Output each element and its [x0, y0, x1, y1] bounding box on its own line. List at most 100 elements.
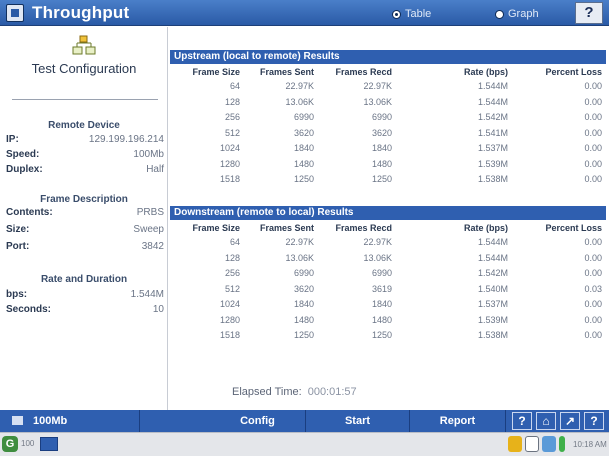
context-help-button[interactable]: ? [575, 2, 603, 24]
table-cell: 1518 [219, 330, 240, 340]
tools-icon[interactable]: ↗ [560, 412, 580, 430]
window-icon[interactable] [40, 437, 58, 451]
contents-value: PRBS [136, 207, 164, 218]
ip-key: IP: [6, 134, 19, 145]
port-row: Port: 3842 [6, 241, 164, 253]
table-cell: 6990 [293, 112, 314, 122]
table-cell: 6990 [293, 268, 314, 278]
table-cell: 128 [224, 252, 240, 263]
help-icon[interactable]: ? [584, 412, 604, 430]
column-header: Rate (bps) [463, 67, 508, 77]
table-cell: 1.538M [477, 330, 508, 340]
table-cell: 3620 [293, 127, 314, 138]
clock: 10:18 AM [573, 440, 607, 449]
table-cell: 3620 [371, 127, 392, 138]
table-cell: 1.538M [477, 174, 508, 184]
table-cell: 1.541M [477, 127, 508, 138]
table-cell: 64 [229, 237, 240, 247]
table-cell: 0.00 [584, 158, 602, 169]
size-key: Size: [6, 224, 30, 235]
link-speed-label: 100Mb [33, 415, 68, 427]
table-cell: 256 [224, 112, 240, 122]
table-cell: 3620 [293, 283, 314, 294]
table-cell: 1840 [371, 143, 392, 153]
tray-document-icon[interactable] [525, 436, 539, 452]
tray-network-icon[interactable] [542, 436, 556, 452]
radio-selected-icon [392, 9, 401, 19]
table-cell: 0.00 [584, 252, 602, 263]
table-cell: 1.544M [477, 96, 508, 107]
report-button[interactable]: Report [410, 410, 506, 432]
duplex-value: Half [146, 164, 164, 175]
view-graph-radio[interactable]: Graph [495, 6, 539, 22]
link-speed-button[interactable]: 100Mb [0, 410, 140, 432]
table-cell: 0.00 [584, 314, 602, 325]
table-cell: 3619 [371, 283, 392, 294]
table-cell: 1.544M [477, 81, 508, 91]
column-header: Frame Size [192, 67, 240, 77]
table-cell: 6990 [371, 268, 392, 278]
frame-description-title: Frame Description [40, 194, 128, 205]
view-graph-label: Graph [508, 8, 539, 20]
app-icon [6, 4, 24, 22]
table-cell: 6990 [371, 112, 392, 122]
status-bar: G 100 10:18 AM [0, 432, 609, 456]
table-cell: 13.06K [363, 252, 392, 263]
size-value: Sweep [133, 224, 164, 235]
port-value: 3842 [141, 241, 164, 252]
table-cell: 256 [224, 268, 240, 278]
table-cell: 128 [224, 96, 240, 107]
divider [12, 99, 158, 100]
start-logo-icon[interactable]: G [2, 436, 18, 452]
system-tray [508, 436, 565, 452]
size-row: Size: Sweep [6, 224, 164, 236]
table-cell: 0.00 [584, 143, 602, 153]
column-header: Frames Recd [335, 67, 392, 77]
table-cell: 1280 [219, 314, 240, 325]
table-cell: 1480 [371, 158, 392, 169]
radio-unselected-icon [495, 9, 504, 19]
ip-value: 129.199.196.214 [88, 134, 164, 145]
tray-battery-icon [559, 436, 565, 452]
table-cell: 0.00 [584, 112, 602, 122]
table-cell: 1024 [219, 143, 240, 153]
table-cell: 1.539M [477, 158, 508, 169]
table-cell: 0.00 [584, 299, 602, 309]
question-icon[interactable]: ? [512, 412, 532, 430]
rate-duration-title: Rate and Duration [40, 274, 128, 285]
column-header: Percent Loss [545, 67, 602, 77]
tray-warning-icon[interactable] [508, 436, 522, 452]
seconds-row: Seconds: 10 [6, 304, 164, 316]
table-cell: 1280 [219, 158, 240, 169]
port-key: Port: [6, 241, 30, 252]
table-cell: 1840 [293, 143, 314, 153]
home-icon[interactable]: ⌂ [536, 412, 556, 430]
test-configuration-panel: Test Configuration Remote Device IP: 129… [0, 27, 168, 410]
table-cell: 0.00 [584, 81, 602, 91]
table-cell: 1518 [219, 174, 240, 184]
table-cell: 22.97K [363, 81, 392, 91]
table-cell: 13.06K [285, 96, 314, 107]
table-cell: 1.540M [477, 283, 508, 294]
table-cell: 1.537M [477, 143, 508, 153]
table-cell: 0.00 [584, 268, 602, 278]
table-cell: 0.00 [584, 127, 602, 138]
table-cell: 1.544M [477, 237, 508, 247]
table-cell: 1.542M [477, 268, 508, 278]
column-header: Percent Loss [545, 223, 602, 233]
page-title: Throughput [32, 3, 130, 22]
table-cell: 1.544M [477, 252, 508, 263]
column-header: Frames Recd [335, 223, 392, 233]
contents-key: Contents: [6, 207, 53, 218]
seconds-key: Seconds: [6, 304, 52, 315]
table-cell: 1.539M [477, 314, 508, 325]
table-cell: 0.00 [584, 237, 602, 247]
view-table-radio[interactable]: Table [392, 6, 431, 22]
table-cell: 1250 [293, 330, 314, 340]
column-header: Frame Size [192, 223, 240, 233]
start-button[interactable]: Start [306, 410, 410, 432]
table-cell: 1250 [371, 174, 392, 184]
config-button[interactable]: Config [210, 410, 306, 432]
table-cell: 1480 [371, 314, 392, 325]
status-text: 100 [21, 439, 35, 448]
